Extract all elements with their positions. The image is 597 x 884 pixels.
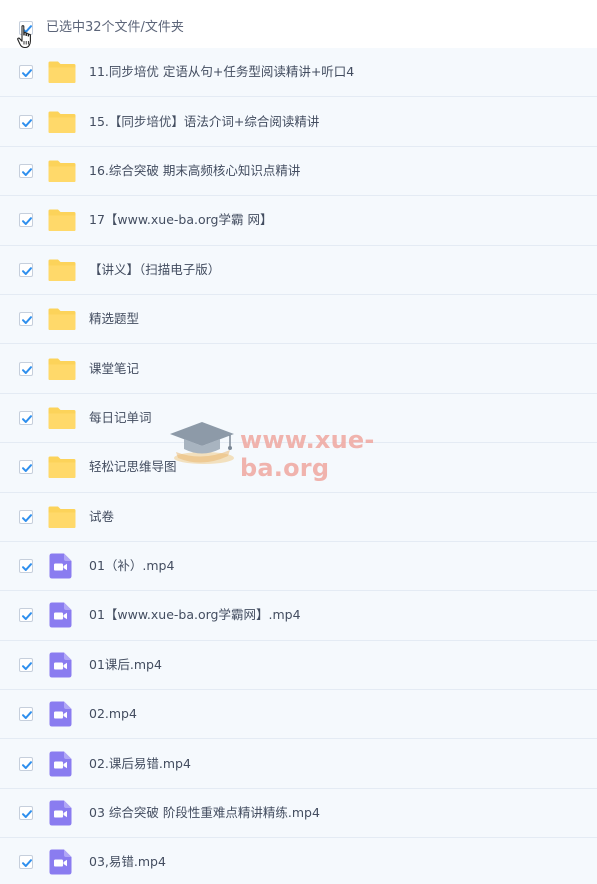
checkmark-icon [22,859,32,868]
folder-row[interactable]: 轻松记思维导图 [0,443,597,493]
folder-row[interactable]: 15.【同步培优】语法介词+综合阅读精讲 [0,97,597,147]
checkmark-icon [22,69,32,78]
folder-icon [47,110,77,138]
item-name[interactable]: 02.mp4 [89,705,137,723]
checkmark-icon [22,711,32,720]
row-checkbox[interactable] [19,114,33,129]
item-name[interactable]: 15.【同步培优】语法介词+综合阅读精讲 [89,113,319,131]
folder-icon [47,406,77,434]
checkmark-icon [22,217,32,226]
row-checkbox[interactable] [19,410,33,425]
row-checkbox[interactable] [19,657,33,672]
selection-count-label: 已选中32个文件/文件夹 [46,20,184,35]
video-file-icon [49,849,72,879]
file-row[interactable]: 02.课后易错.mp4 [0,739,597,789]
folder-row[interactable]: 试卷 [0,492,597,542]
video-file-icon [49,800,72,830]
folder-row[interactable]: 【讲义】（扫描电子版） [0,245,597,295]
selection-header: 已选中32个文件/文件夹 [0,0,597,49]
folder-row[interactable]: 11.同步培优 定语从句+任务型阅读精讲+听口4 [0,48,597,98]
folder-icon [47,208,77,236]
folder-row[interactable]: 每日记单词 [0,393,597,444]
file-row[interactable]: 02.mp4 [0,690,597,740]
row-checkbox[interactable] [19,509,33,524]
checkmark-icon [22,760,32,769]
item-name[interactable]: 每日记单词 [89,409,152,427]
checkmark-icon [22,513,32,522]
checkmark-icon [22,415,32,423]
folder-icon [47,505,77,533]
item-name[interactable]: 03 综合突破 阶段性重难点精讲精练.mp4 [89,804,320,822]
row-checkbox[interactable] [19,361,33,376]
file-list: 11.同步培优 定语从句+任务型阅读精讲+听口4 15.【同步培优】语法介词+综合… [0,48,597,884]
item-name[interactable]: 01课后.mp4 [89,656,162,674]
file-row[interactable]: 01课后.mp4 [0,640,597,691]
video-file-icon [49,751,72,781]
checkmark-icon [22,118,32,127]
row-checkbox[interactable] [19,65,33,80]
item-name[interactable]: 精选题型 [89,310,139,328]
checkmark-icon [22,266,32,275]
folder-icon [47,60,77,88]
row-checkbox[interactable] [19,213,33,228]
folder-row[interactable]: 精选题型 [0,294,597,345]
row-checkbox[interactable] [19,460,33,475]
row-checkbox[interactable] [19,707,33,722]
row-checkbox[interactable] [19,806,33,821]
checkmark-icon [22,563,32,572]
checkmark-icon [22,464,32,473]
item-name[interactable]: 17【www.xue-ba.org学霸 网】 [89,211,272,229]
row-checkbox[interactable] [19,855,33,870]
checkmark-icon [22,662,32,670]
folder-icon [47,455,77,483]
checkmark-icon [22,168,32,176]
hand-cursor-icon [17,25,31,49]
folder-row[interactable]: 16.综合突破 期末高频核心知识点精讲 [0,146,597,197]
item-name[interactable]: 02.课后易错.mp4 [89,755,191,773]
row-checkbox[interactable] [19,608,33,623]
item-name[interactable]: 试卷 [89,508,114,526]
file-row[interactable]: 01（补）.mp4 [0,541,597,592]
folder-icon [47,357,77,385]
item-name[interactable]: 01（补）.mp4 [89,557,174,575]
item-name[interactable]: 【讲义】（扫描电子版） [89,261,220,279]
item-name[interactable]: 课堂笔记 [89,360,139,378]
file-row[interactable]: 01【www.xue-ba.org学霸网】.mp4 [0,591,597,641]
item-name[interactable]: 轻松记思维导图 [89,458,177,476]
folder-icon [47,307,77,335]
video-file-icon [49,553,72,583]
file-row[interactable]: 03 综合突破 阶段性重难点精讲精练.mp4 [0,788,597,839]
item-name[interactable]: 11.同步培优 定语从句+任务型阅读精讲+听口4 [89,63,354,81]
row-checkbox[interactable] [19,312,33,327]
video-file-icon [49,602,72,632]
checkmark-icon [22,316,32,325]
checkmark-icon [22,365,32,374]
item-name[interactable]: 01【www.xue-ba.org学霸网】.mp4 [89,606,301,624]
video-file-icon [49,701,72,731]
row-checkbox[interactable] [19,262,33,277]
folder-row[interactable]: 17【www.xue-ba.org学霸 网】 [0,196,597,246]
row-checkbox[interactable] [19,756,33,771]
folder-row[interactable]: 课堂笔记 [0,344,597,394]
video-file-icon [49,652,72,682]
item-name[interactable]: 16.综合突破 期末高频核心知识点精讲 [89,162,300,180]
folder-icon [47,159,77,187]
row-checkbox[interactable] [19,559,33,574]
checkmark-icon [22,810,32,819]
folder-icon [47,258,77,286]
file-row[interactable]: 03,易错.mp4 [0,838,597,884]
item-name[interactable]: 03,易错.mp4 [89,853,166,871]
checkmark-icon [22,612,32,621]
row-checkbox[interactable] [19,163,33,178]
